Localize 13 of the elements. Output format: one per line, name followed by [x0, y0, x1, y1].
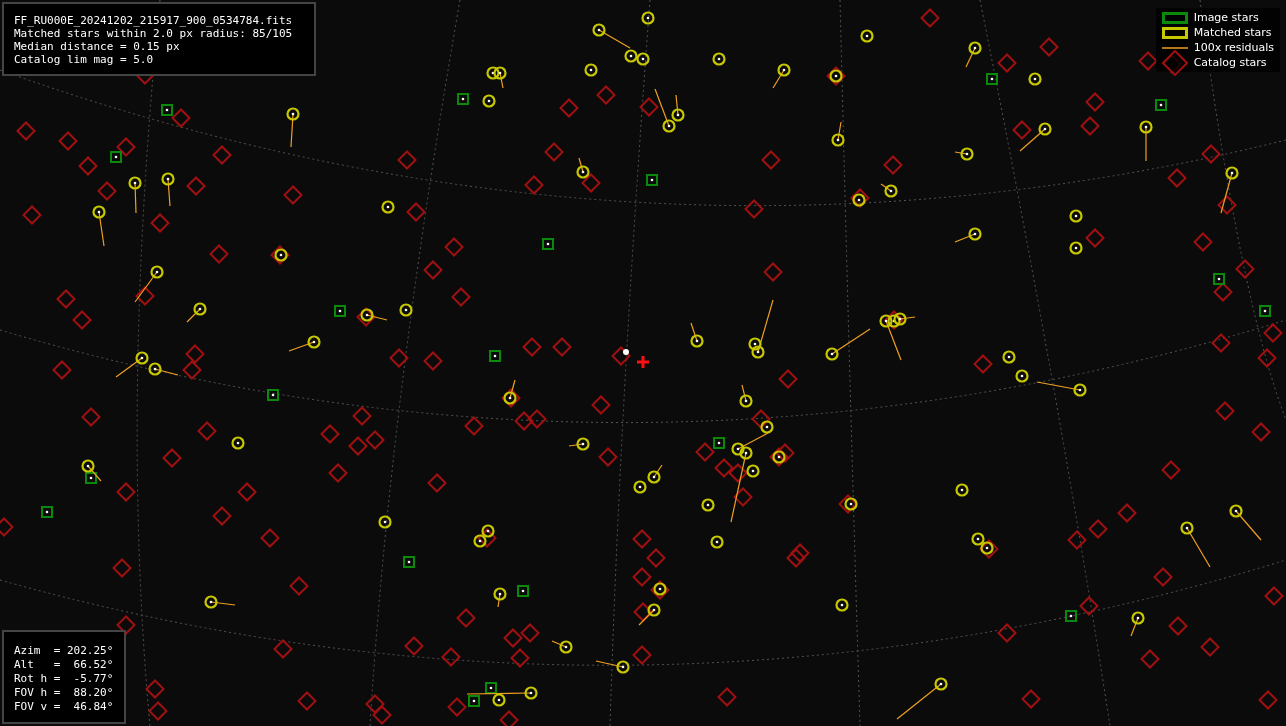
legend-label: 100x residuals [1193, 40, 1274, 55]
pointing-text: Alt = 66.52° [14, 658, 114, 672]
legend-label: Catalog stars [1193, 55, 1268, 70]
legend-label: Image stars [1193, 10, 1260, 25]
info-text: FF_RU000E_20241202_215917_900_0534784.fits [14, 14, 294, 27]
pointing-text: FOV v = 46.84° [14, 700, 114, 714]
info-text: Matched stars within 2.0 px radius: 85/105 [14, 27, 294, 40]
legend-label: Matched stars [1193, 25, 1273, 40]
info-text: Catalog lim mag = 5.0 [14, 53, 155, 66]
pointing-text: FOV h = 88.20° [14, 686, 114, 700]
pointing-text: Rot h = -5.77° [14, 672, 114, 686]
pointing-text: Azim = 202.25° [14, 644, 114, 658]
info-text: Median distance = 0.15 px [14, 40, 181, 53]
